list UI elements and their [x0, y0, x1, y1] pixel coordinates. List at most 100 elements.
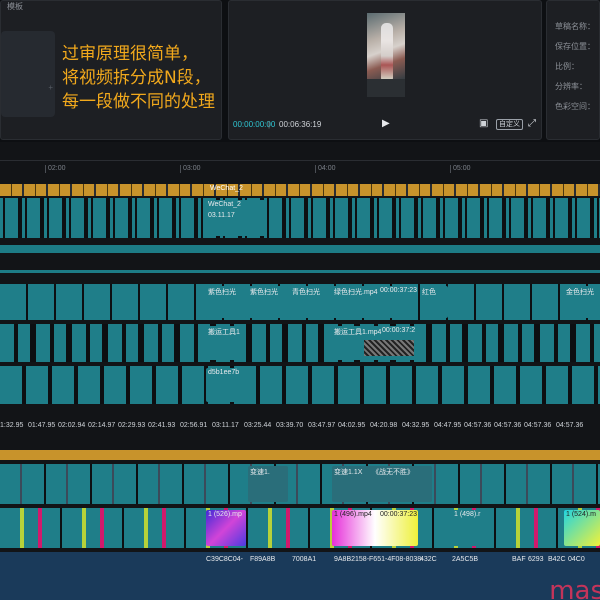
- timestamp: 04:57.36: [524, 422, 552, 429]
- clip-label: C39C8C04-: [206, 556, 243, 563]
- clip-label: 1 (524).m: [566, 511, 596, 518]
- move-tool-track[interactable]: 搬运工具1 搬运工具1.mp4 00:00:37:2: [0, 322, 600, 366]
- speed-track[interactable]: 变速1. 变速1.1X 《战无不胜》: [0, 464, 600, 506]
- clip-label: 6293: [528, 556, 544, 563]
- total-time: 00:06:36:19: [279, 120, 322, 129]
- audio-track[interactable]: [0, 245, 600, 253]
- properties-panel: 草稿名称： 保存位置： 比例： 分辨率： 色彩空间：: [546, 0, 600, 140]
- clip-label: 金色扫光: [566, 289, 594, 296]
- move-clip[interactable]: 搬运工具1.mp4 00:00:37:2: [332, 326, 418, 360]
- clip-label: 搬运工具1.mp4: [334, 329, 382, 336]
- clip-label: 432C: [420, 556, 437, 563]
- fullscreen-icon[interactable]: ⤢: [528, 118, 536, 129]
- ruler-tick: 03:00: [180, 165, 201, 173]
- clip-label: 绿色扫光.mp4: [334, 289, 378, 296]
- clip-label: 红色: [422, 289, 436, 296]
- effects-track[interactable]: [0, 450, 600, 460]
- sweep-clip[interactable]: 紫色扫光: [248, 286, 288, 318]
- prop-save-location: 保存位置：: [555, 42, 595, 51]
- clip-label: 9A8B2158-F651-4F08-8038-: [334, 556, 424, 563]
- clip-label: BAF: [512, 556, 526, 563]
- prop-resolution: 分辨率：: [555, 82, 587, 91]
- sweep-clip[interactable]: 紫色扫光: [206, 286, 246, 318]
- clip-label: 紫色扫光: [208, 289, 236, 296]
- caption-line: 过审原理很简单，: [62, 44, 198, 64]
- clip-label: 2A5C5B: [452, 556, 479, 563]
- timestamp: 04:02.95: [338, 422, 366, 429]
- caption-line: 将视频拆分成N段，: [62, 68, 211, 88]
- plus-icon: +: [48, 83, 53, 92]
- timestamp: 01:47.95: [28, 422, 56, 429]
- effects-track[interactable]: WeChat_2: [0, 184, 600, 196]
- media-clip[interactable]: 1 (498).r: [452, 510, 490, 546]
- clip-label: 变速1.: [250, 469, 270, 476]
- clip-timecode: 03.11.17: [208, 212, 235, 219]
- d5b-clip[interactable]: d5b1ee7b: [206, 368, 246, 402]
- clip-label: 1 (498).r: [454, 511, 481, 518]
- timestamp: 04:20.98: [370, 422, 398, 429]
- prop-color-space: 色彩空间：: [555, 102, 595, 111]
- timestamp: 04:32.95: [402, 422, 430, 429]
- clip-label: d5b1ee7b: [208, 369, 240, 376]
- play-icon[interactable]: ▶: [382, 118, 394, 130]
- clip-label: 1 (526).mp: [208, 511, 242, 518]
- d5b-track[interactable]: d5b1ee7b: [0, 364, 600, 408]
- video-preview[interactable]: [367, 13, 405, 97]
- clip-label: 04C0: [568, 556, 585, 563]
- clip-timecode: 00:00:37:2: [382, 327, 416, 334]
- watermark: mas: [549, 576, 600, 600]
- sweep-clip[interactable]: 红色: [420, 286, 448, 318]
- media-clip[interactable]: 1 (524).m: [564, 510, 600, 546]
- media-clip[interactable]: 1 (526).mp: [206, 510, 246, 546]
- ratio-button[interactable]: 自定义: [496, 119, 523, 130]
- timestamp: 03:47.97: [308, 422, 336, 429]
- ruler-tick: 04:00: [315, 165, 336, 173]
- media-clip[interactable]: 1 (496).mp4 00:00:37:23: [332, 510, 418, 546]
- color-sweep-track[interactable]: 紫色扫光 紫色扫光 青色扫光 绿色扫光.mp4 00:00:37:23 红色 金…: [0, 284, 600, 324]
- template-card[interactable]: +: [1, 31, 55, 117]
- sweep-clip[interactable]: 青色扫光: [290, 286, 330, 318]
- speed-clip[interactable]: 变速1.: [248, 466, 288, 502]
- timestamp: 03:25.44: [244, 422, 272, 429]
- clip-label: 青色扫光: [292, 289, 320, 296]
- clip-label: 搬运工具1: [208, 329, 240, 336]
- clip-label: F89A8B: [250, 556, 276, 563]
- timestamp: 02:02.94: [58, 422, 86, 429]
- timestamp: 04:47.95: [434, 422, 462, 429]
- speed-clip[interactable]: 变速1.1X 《战无不胜》: [332, 466, 432, 502]
- move-clip[interactable]: 搬运工具1: [206, 326, 246, 360]
- wechat-clip[interactable]: WeChat_2 03.11.17: [206, 200, 266, 236]
- clip-label: 变速1.1X: [334, 469, 363, 476]
- preview-panel: 00:00:00:00 | 00:06:36:19 ▶ ▣ 自定义 ⤢: [228, 0, 542, 140]
- ruler-tick: 02:00: [45, 165, 66, 173]
- timestamp: 03:39.70: [276, 422, 304, 429]
- panel-title: 模板: [7, 2, 23, 11]
- clip-timecode: 00:00:37:23: [380, 287, 417, 294]
- audio-track[interactable]: [0, 270, 600, 273]
- time-ruler[interactable]: 02:00 03:00 04:00 05:00: [0, 160, 600, 174]
- sweep-clip[interactable]: 金色扫光: [564, 286, 600, 318]
- time-separator: |: [268, 120, 271, 129]
- sweep-clip[interactable]: 绿色扫光.mp4 00:00:37:23: [332, 286, 418, 318]
- clip-label: 紫色扫光: [250, 289, 278, 296]
- caption-line: 每一段做不同的处理: [62, 92, 215, 112]
- clip-title: 《战无不胜》: [372, 469, 414, 476]
- hash-track[interactable]: C39C8C04- F89A8B 7008A1 9A8B2158-F651-4F…: [0, 552, 600, 600]
- clip-label: WeChat_2: [208, 201, 241, 208]
- ruler-tick: 05:00: [450, 165, 471, 173]
- prop-draft-name: 草稿名称：: [555, 22, 595, 31]
- timestamp: 03:11.17: [212, 422, 239, 429]
- timeline[interactable]: 02:00 03:00 04:00 05:00 WeChat_2 WeChat_…: [0, 142, 600, 600]
- clip-timecode: 00:00:37:23: [380, 511, 417, 518]
- media-track[interactable]: 1 (526).mp 1 (496).mp4 00:00:37:23 1 (49…: [0, 506, 600, 550]
- timestamp: 04:57.36: [556, 422, 584, 429]
- overlay-caption: 过审原理很简单， 将视频拆分成N段， 每一段做不同的处理: [62, 42, 215, 114]
- timestamp: 02:29.93: [118, 422, 146, 429]
- wechat-track[interactable]: WeChat_2 03.11.17: [0, 198, 600, 242]
- prop-ratio: 比例：: [555, 62, 579, 71]
- clip-label: 1 (496).mp4: [334, 511, 372, 518]
- clip-label: 7008A1: [292, 556, 317, 563]
- effect-clip-label: WeChat_2: [210, 185, 243, 192]
- fit-screen-icon[interactable]: ▣: [479, 118, 488, 129]
- timestamp: 04:57.36: [494, 422, 522, 429]
